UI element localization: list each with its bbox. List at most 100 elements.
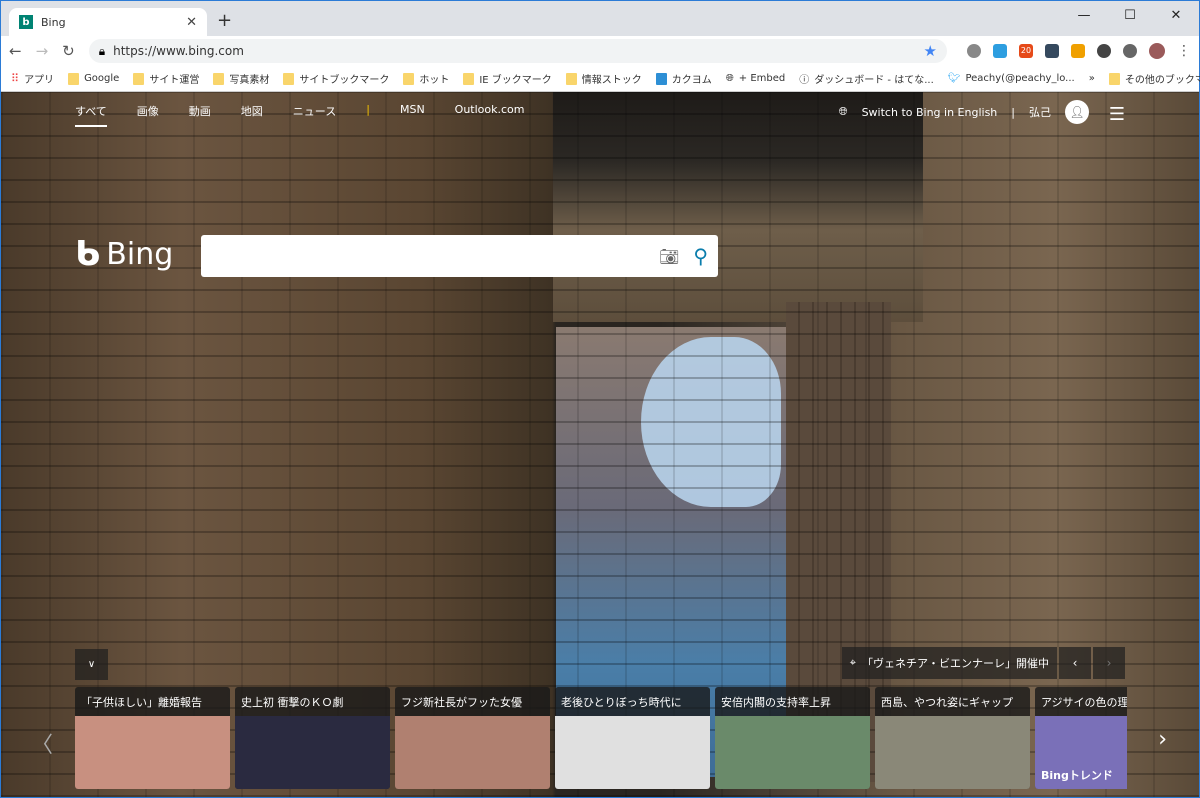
toolbar: ← → ↻ 🔒︎ https://www.bing.com ★ 20 ⋮: [1, 36, 1199, 66]
bing-trend-label: Bingトレンド: [1041, 769, 1113, 782]
news-card[interactable]: アジサイの色の理 Bingトレンド: [1035, 687, 1127, 789]
switch-language-link[interactable]: Switch to Bing in English: [862, 106, 998, 119]
address-bar[interactable]: 🔒︎ https://www.bing.com ★: [88, 39, 947, 63]
bookmark-label: 情報ストック: [581, 75, 642, 86]
kakuyomu-icon: [655, 72, 667, 85]
bookmark-kakuyomu[interactable]: カクヨム: [655, 71, 712, 86]
bookmark-label: Peachy(@peachy_lo...: [965, 73, 1075, 84]
reload-icon[interactable]: ↻: [62, 42, 75, 60]
maximize-button[interactable]: ☐: [1107, 1, 1153, 29]
search-icon[interactable]: ⚲: [693, 244, 708, 268]
news-card[interactable]: 老後ひとりぼっち時代に: [555, 687, 710, 789]
other-bookmarks[interactable]: その他のブックマーク: [1108, 71, 1200, 86]
news-card-image: [555, 716, 710, 789]
location-text: 「ヴェネチア・ビエンナーレ」開催中: [862, 657, 1049, 670]
news-card-image: [715, 716, 870, 789]
more-bookmarks-icon[interactable]: »: [1089, 73, 1095, 84]
extension-icon[interactable]: [993, 44, 1007, 58]
nav-divider: |: [366, 103, 370, 116]
news-card-image: Bingトレンド: [1035, 716, 1127, 789]
folder-icon: [283, 72, 295, 85]
extension-line-badge[interactable]: 20: [1019, 44, 1033, 58]
bookmark-label: ダッシュボード - はてな...: [814, 75, 934, 86]
bookmark-label: IE ブックマーク: [479, 75, 552, 86]
search-input[interactable]: [201, 235, 646, 277]
minimize-button[interactable]: —: [1061, 1, 1107, 29]
divider: |: [1011, 105, 1015, 119]
close-window-button[interactable]: ✕: [1153, 1, 1199, 29]
tab-bar: b Bing ✕ + — ☐ ✕: [1, 1, 1199, 36]
user-name[interactable]: 弘己: [1029, 104, 1051, 120]
bing-favicon-icon: b: [19, 15, 33, 29]
nav-news[interactable]: ニュース: [293, 103, 336, 127]
bookmark-star-icon[interactable]: ★: [924, 42, 937, 60]
forward-icon[interactable]: →: [36, 42, 49, 60]
extension-info-icon[interactable]: [1097, 44, 1111, 58]
extension-search-icon[interactable]: [967, 44, 981, 58]
bookmark-label: + Embed: [738, 73, 786, 84]
nav-msn[interactable]: MSN: [400, 103, 425, 127]
tab-bing[interactable]: b Bing ✕: [9, 8, 207, 36]
nav-outlook[interactable]: Outlook.com: [455, 103, 525, 127]
bookmark-folder[interactable]: サイトブックマーク: [283, 71, 389, 86]
news-card-title: フジ新社長がフッた女優: [401, 696, 522, 709]
new-tab-button[interactable]: +: [217, 10, 232, 31]
carousel-next-icon[interactable]: ›: [1158, 727, 1167, 752]
next-image-button[interactable]: ›: [1093, 647, 1125, 679]
bookmark-folder[interactable]: IE ブックマーク: [463, 71, 552, 86]
nav-all[interactable]: すべて: [75, 103, 107, 127]
bookmark-folder[interactable]: 情報ストック: [565, 71, 642, 86]
news-card[interactable]: 安倍内閣の支持率上昇: [715, 687, 870, 789]
nav-images[interactable]: 画像: [137, 103, 159, 127]
user-avatar-icon[interactable]: 👤︎: [1065, 100, 1089, 124]
twitter-icon: 🐦︎: [947, 73, 961, 84]
news-card[interactable]: 史上初 衝撃のＫＯ劇: [235, 687, 390, 789]
nav-videos[interactable]: 動画: [189, 103, 211, 127]
news-card[interactable]: 西島、やつれ姿にギャップ: [875, 687, 1030, 789]
bookmark-twitter[interactable]: 🐦︎ Peachy(@peachy_lo...: [948, 73, 1075, 84]
carousel-prev-icon[interactable]: 〈: [31, 727, 53, 759]
image-location[interactable]: ⌖ 「ヴェネチア・ビエンナーレ」開催中: [841, 647, 1057, 679]
news-card-title: アジサイの色の理: [1041, 696, 1127, 709]
news-card-title: 「子供ほしい」離婚報告: [81, 696, 202, 709]
folder-icon: [565, 72, 577, 85]
extension-icon[interactable]: [1123, 44, 1137, 58]
chevron-down-icon[interactable]: ∨: [75, 649, 108, 680]
news-card-title: 老後ひとりぼっち時代に: [561, 696, 682, 709]
news-card[interactable]: 「子供ほしい」離婚報告: [75, 687, 230, 789]
profile-avatar[interactable]: [1149, 43, 1165, 59]
previous-image-button[interactable]: ‹: [1059, 647, 1091, 679]
back-icon[interactable]: ←: [9, 42, 22, 60]
close-tab-icon[interactable]: ✕: [186, 15, 197, 30]
bookmark-folder[interactable]: Google: [68, 72, 119, 85]
bookmark-folder[interactable]: 写真素材: [213, 71, 269, 86]
extension-icon[interactable]: [1071, 44, 1085, 58]
lock-icon: 🔒︎: [98, 43, 106, 58]
camera-icon[interactable]: 📷︎: [659, 247, 679, 266]
logo-text: Bing: [106, 236, 174, 272]
url-text[interactable]: https://www.bing.com: [113, 44, 915, 58]
folder-icon: [1108, 72, 1120, 85]
bing-homepage: すべて 画像 動画 地図 ニュース | MSN Outlook.com 🌐︎ S…: [1, 92, 1199, 797]
news-card[interactable]: フジ新社長がフッた女優: [395, 687, 550, 789]
header-right: 🌐︎ Switch to Bing in English | 弘己 👤︎: [839, 100, 1089, 124]
extension-94-icon[interactable]: [1045, 44, 1059, 58]
hamburger-menu-icon[interactable]: ☰: [1109, 104, 1125, 125]
bookmark-folder[interactable]: ホット: [403, 71, 449, 86]
news-card-title: 西島、やつれ姿にギャップ: [881, 696, 1013, 709]
bookmark-label: 写真素材: [229, 75, 270, 86]
bookmark-apps[interactable]: ⠿ アプリ: [11, 71, 54, 86]
top-nav: すべて 画像 動画 地図 ニュース | MSN Outlook.com: [75, 103, 525, 127]
news-card-title: 史上初 衝撃のＫＯ劇: [241, 696, 344, 709]
globe-icon: 🌐︎: [838, 105, 848, 118]
bookmark-hatena[interactable]: ⓘ ダッシュボード - はてな...: [799, 71, 934, 86]
news-card-image: [875, 716, 1030, 789]
news-carousel: 「子供ほしい」離婚報告 史上初 衝撃のＫＯ劇 フジ新社長がフッた女優 老後ひとりぼっち…: [75, 687, 1127, 789]
nav-maps[interactable]: 地図: [241, 103, 263, 127]
search-box: 📷︎ ⚲: [201, 235, 718, 277]
bookmark-folder[interactable]: サイト運営: [133, 71, 199, 86]
location-pin-icon: ⌖: [849, 656, 856, 669]
menu-dots-icon[interactable]: ⋮: [1177, 44, 1191, 58]
bookmark-embed[interactable]: 🌐︎ + Embed: [726, 73, 785, 84]
bookmark-label: サイト運営: [149, 75, 200, 86]
